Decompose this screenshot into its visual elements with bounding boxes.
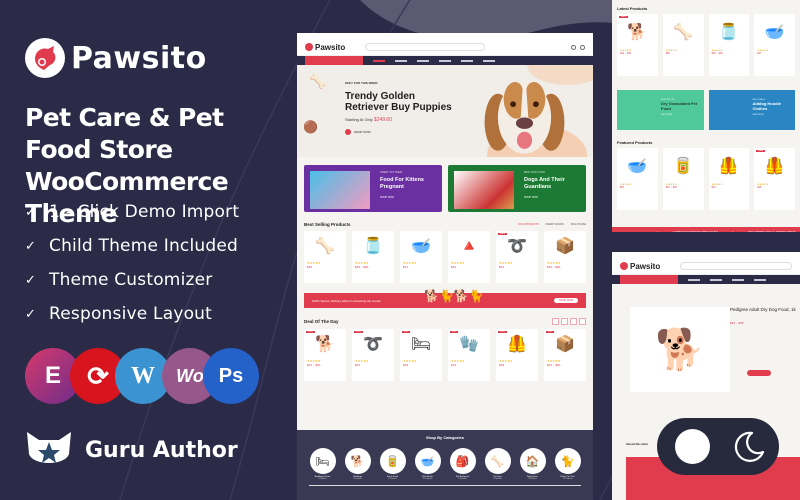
category-item: 🎒 Pet Backpack 3 Products [449,448,476,480]
latest-products-mockup: Latest Products SALE 🐕 ★★★★★ $12 – $30 🦴 ★★★… [612,0,800,232]
featured-products-title: Featured Products [617,140,653,145]
check-icon: ✓ [25,306,37,322]
category-item: 🦴 Pet Toys 4 Products [484,448,511,480]
cat-star-icon [27,432,71,463]
product-card: -8% 🛏 ★★★★★ $28 [400,329,442,381]
mock-logo: Pawsito [305,43,345,52]
product-tabs: DOG PRODUCTS FRESH FOODS DOG HOUSE [518,223,586,226]
latest-products-title: Latest Products [617,6,648,11]
mock-search [365,43,486,51]
photoshop-icon: Ps [203,348,259,404]
brand: Pawsito [25,38,207,78]
category-item: 🥫 Fresh Food 4 Products [379,448,406,480]
mock-header: Pawsito [297,39,593,56]
hero-kicker: ONLY FOR THIS WEEK [345,81,378,85]
product-card: 🫙 ★★★★★ $25 – $30 [708,14,750,76]
product-card: 🥣 ★★★★★ $37 [400,231,442,283]
author-label: Guru Author [85,437,238,463]
product-title: Pedigree Adult Dry Dog Food, 1k [730,307,796,312]
promo-banner: BEST DOG FOOD Dogs And Their Guardians S… [448,165,586,212]
shop-by-categories: Shop By Categories 🛏 Bedding & Litter 3 Pr… [297,430,593,500]
product-card: SALE 🐕 ★★★★★ $12 – $30 [617,14,658,76]
pets-image: 🐕🐈🐕🐈 [424,289,484,303]
category-item: 🛏 Bedding & Litter 3 Products [309,448,336,480]
product-card: 🦺 ★★★★★ $15 [708,148,750,210]
hero-price: Starting At Only $249.00 [345,117,392,123]
promo-panel: Pawsito Pet Care & Pet Food Store WooCom… [0,0,295,500]
mock-header: Pawsito [612,258,800,275]
headline-line-1: Pet Care & Pet Food Store [25,103,224,164]
user-icon [571,44,576,50]
product-card: 🦴 ★★★★★ $30 [304,231,346,283]
theme-toggle[interactable] [657,418,779,475]
about-title: About this item [626,442,648,446]
cart-icon [580,44,585,50]
product-card: 🥫 ★★★★★ $10 – $20 [662,148,704,210]
feature-label: 1 - Click Demo Import [49,202,240,222]
moon-icon [734,431,765,462]
product-card: 🥣 ★★★★★ $37 [617,148,658,210]
mock-nav [297,56,593,65]
homepage-mockup: Pawsito 🦴 🟤 ONLY FOR THIS WEEK Trendy Go… [297,33,593,500]
category-item: 🏠 Dog House 3 Products [519,448,546,480]
hero-shop-button: SHOP NOW [345,129,455,135]
feature-list: ✓ 1 - Click Demo Import ✓ Child Theme Incl… [25,195,239,331]
promo-banner: GREAT CAT TREAT Food For Kittens Pregnan… [304,165,442,212]
product-card: SALE 🦺 ★★★★★ $48 [754,148,795,210]
product-price: $34 – $38 [730,321,744,325]
product-card: SALE ➰ ★★★★★ $22 [496,231,538,283]
hero-title: Trendy Golden Retriever Buy Puppies [345,91,452,113]
add-to-cart-button [747,370,771,376]
product-card: 🫙 ★★★★★ $25 – $30 [352,231,394,283]
kibble-icon: 🟤 [303,120,318,134]
plugin-badges: E ⟳ W Wo Ps [25,348,265,408]
shop-by-category-button [305,56,363,65]
mock-header-icons [571,44,585,50]
best-selling-title: Best Selling Products [304,222,351,227]
deal-products: -10% 🐕 ★★★★★ $12 – $30 -15% ➰ ★★★★★ $22 -8% 🛏 ★★… [297,325,593,381]
feature-label: Theme Customizer [49,270,213,290]
beagle-image [484,81,565,154]
product-card: -10% 🦺 ★★★★★ $48 [496,329,538,381]
category-item: 🥣 Pets Bowls 10 Products [414,448,441,480]
guru-author: Guru Author [25,430,238,470]
feature-item: ✓ Responsive Layout [25,297,239,331]
deal-of-day-title: Deal Of The Day [304,319,339,324]
secure-delivery-strip: 100% Secure delivery without contacting … [304,289,586,308]
feature-label: Child Theme Included [49,236,238,256]
best-selling-products: 🦴 ★★★★★ $30 🫙 ★★★★★ $25 – $30 🥣 ★★★★★ $37 🔺 ★★★… [297,227,593,283]
feature-item: ✓ Theme Customizer [25,263,239,297]
mock-hero: 🦴 🟤 ONLY FOR THIS WEEK Trendy Golden Ret… [297,65,593,157]
product-card: -6% 📦 ★★★★★ $20 – $30 [544,329,586,381]
feature-item: ✓ 1 - Click Demo Import [25,195,239,229]
feature-item: ✓ Child Theme Included [25,229,239,263]
mock-promo-banners: GREAT CAT TREAT Food For Kittens Pregnan… [297,157,593,212]
product-card: 🥣 ★★★★★ $37 [754,14,795,76]
product-card: 🔺 ★★★★★ $42 [448,231,490,283]
feature-label: Responsive Layout [49,304,213,324]
product-card: -15% ➰ ★★★★★ $22 [352,329,394,381]
category-item: 🐕 Clothings 5 Products [344,448,371,480]
product-card: 📦 ★★★★★ $32 – $40 [544,231,586,283]
countdown-timer [552,318,593,325]
check-icon: ✓ [25,272,37,288]
product-card: -10% 🐕 ★★★★★ $12 – $30 [304,329,346,381]
check-icon: ✓ [25,238,37,254]
category-item: 🐈 Plush Cat Tree 10 Products [554,448,581,480]
product-card: -5% 🧤 ★★★★★ $19 [448,329,490,381]
brand-name: Pawsito [71,40,207,76]
product-card: 🦴 ★★★★★ $30 [662,14,704,76]
check-icon: ✓ [25,204,37,220]
promo-banner: FLAT 30% OFF Dry Granulated Pet Food SHOP … [617,90,704,130]
bone-icon: 🦴 [309,73,327,89]
promo-banner: BEST DEALS Adidog Hoodie Clothes SHOP NOW [708,90,795,130]
toggle-knob [675,429,710,464]
offers-ticker: DISCOUNTS ON DOGGY✦CASHBACK ON MINIMUM O… [612,227,800,232]
product-image: 🐕 [630,307,730,392]
dog-cat-logo-icon [25,38,65,78]
